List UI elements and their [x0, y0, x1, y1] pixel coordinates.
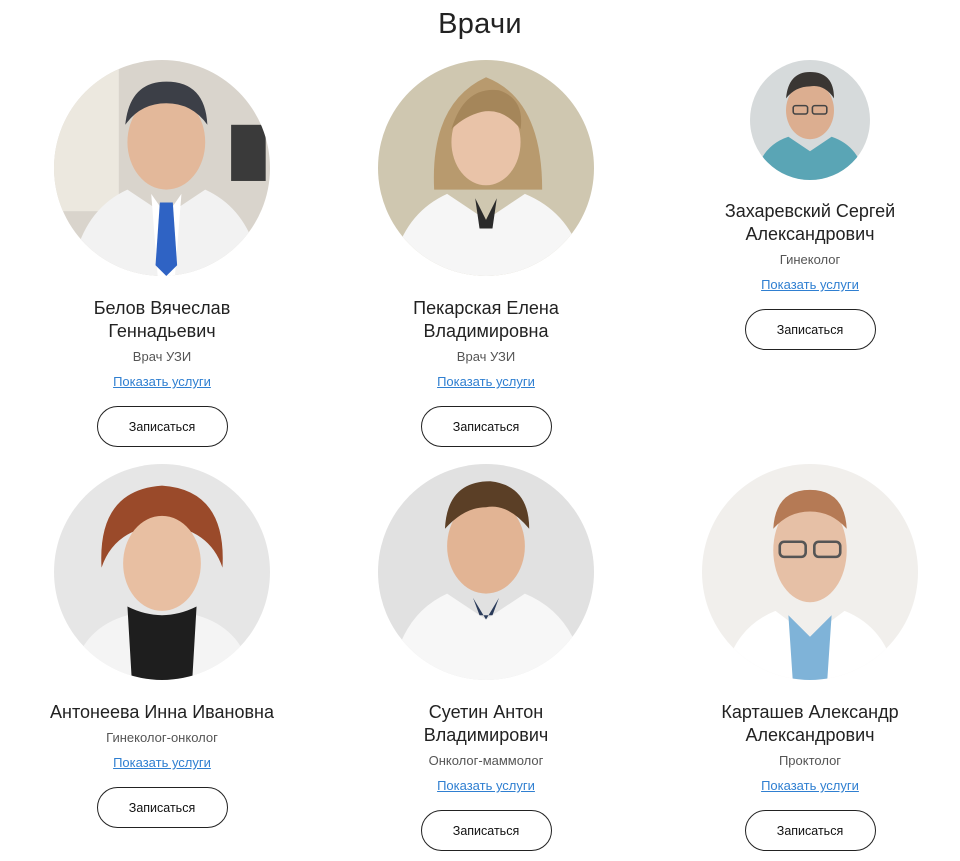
- book-appointment-button[interactable]: Записаться: [420, 810, 552, 851]
- doctor-photo[interactable]: [54, 464, 270, 680]
- doctor-role: Врач УЗИ: [132, 349, 192, 364]
- doctor-name-line: Владимирович: [423, 725, 549, 745]
- doctor-name-line: Суетин Антон: [428, 702, 544, 722]
- doctor-photo[interactable]: [702, 464, 918, 680]
- doctor-card: Карташев Александр Александрович Проктол…: [648, 464, 960, 851]
- doctor-card: Белов Вячеслав Геннадьевич Врач УЗИ Пока…: [0, 60, 324, 447]
- book-appointment-button[interactable]: Записаться: [96, 787, 228, 828]
- doctor-card: Антонеева Инна Ивановна Гинеколог-онколо…: [0, 464, 324, 828]
- show-services-link[interactable]: Показать услуги: [113, 753, 211, 772]
- doctor-name-line: Белов Вячеслав: [93, 298, 231, 318]
- doctor-card: Пекарская Елена Владимировна Врач УЗИ По…: [324, 60, 648, 447]
- doctor-name-line: Захаревский Сергей: [724, 201, 896, 221]
- doctor-photo[interactable]: [54, 60, 270, 276]
- doctor-role: Гинеколог: [779, 252, 841, 267]
- doctor-name: Пекарская Елена Владимировна: [324, 297, 648, 343]
- doctor-photo[interactable]: [378, 60, 594, 276]
- book-appointment-button[interactable]: Записаться: [744, 810, 876, 851]
- doctor-name: Карташев Александр Александрович: [648, 701, 960, 747]
- doctor-name: Суетин Антон Владимирович: [324, 701, 648, 747]
- book-appointment-button[interactable]: Записаться: [744, 309, 876, 350]
- doctor-photo[interactable]: [378, 464, 594, 680]
- doctor-name: Захаревский Сергей Александрович: [648, 200, 960, 246]
- show-services-link[interactable]: Показать услуги: [761, 776, 859, 795]
- show-services-link[interactable]: Показать услуги: [437, 776, 535, 795]
- doctor-name: Белов Вячеслав Геннадьевич: [0, 297, 324, 343]
- doctor-name-line: Александрович: [745, 224, 875, 244]
- doctor-name-line: Пекарская Елена: [413, 298, 559, 318]
- doctor-name-line: Карташев Александр: [721, 702, 899, 722]
- doctor-name-line: Антонеева Инна Ивановна: [50, 702, 274, 722]
- doctor-name-line: Владимировна: [423, 321, 549, 341]
- show-services-link[interactable]: Показать услуги: [761, 275, 859, 294]
- doctor-photo[interactable]: [750, 60, 870, 180]
- book-appointment-button[interactable]: Записаться: [420, 406, 552, 447]
- doctor-name: Антонеева Инна Ивановна: [0, 701, 324, 724]
- doctor-role: Гинеколог-онколог: [106, 730, 218, 745]
- page-title: Врачи: [438, 8, 522, 40]
- doctor-role: Врач УЗИ: [456, 349, 516, 364]
- show-services-link[interactable]: Показать услуги: [437, 372, 535, 391]
- doctor-card: Суетин Антон Владимирович Онколог-маммол…: [324, 464, 648, 851]
- doctor-name-line: Александрович: [745, 725, 875, 745]
- doctor-card: Захаревский Сергей Александрович Гинекол…: [648, 60, 960, 350]
- doctor-role: Онколог-маммолог: [428, 753, 544, 768]
- book-appointment-button[interactable]: Записаться: [96, 406, 228, 447]
- doctor-role: Проктолог: [778, 753, 842, 768]
- doctor-name-line: Геннадьевич: [108, 321, 216, 341]
- show-services-link[interactable]: Показать услуги: [113, 372, 211, 391]
